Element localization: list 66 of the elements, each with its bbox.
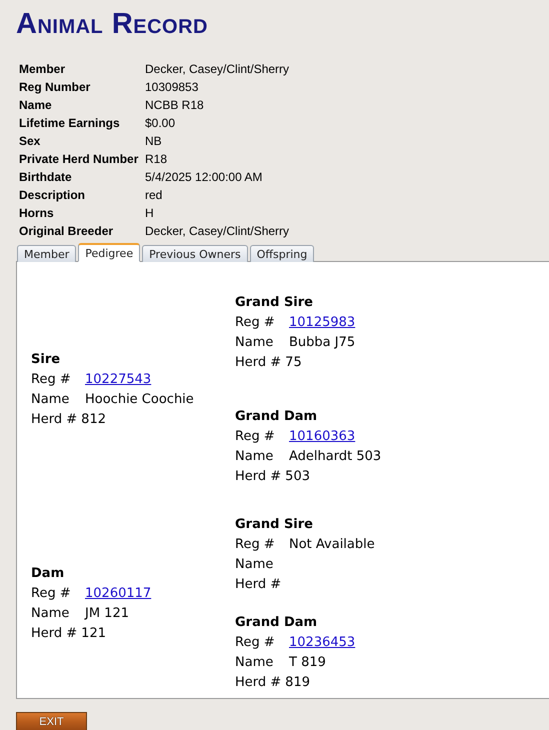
detail-label: Birthdate [19,169,73,186]
detail-value: R18 [145,151,168,168]
field-label: Herd # [235,576,282,594]
registration-link[interactable]: 10236453 [289,633,356,653]
field-label: Herd # [235,674,282,692]
detail-label: Description [19,187,86,204]
field-label: Reg # [235,314,276,332]
field-label: Name [235,556,274,574]
registration-link[interactable]: 10227543 [85,370,152,390]
pedigree-heading: Grand Dam [235,408,318,426]
field-label: Name [31,391,70,409]
detail-label: Name [19,97,53,114]
registration-link[interactable]: 10260117 [85,584,152,604]
detail-value: H [145,205,155,222]
detail-value: Decker, Casey/Clint/Sherry [145,223,290,240]
pedigree-heading: Grand Sire [235,516,314,534]
field-value: 75 [285,354,302,372]
detail-label: Member [19,61,66,78]
detail-value: NCBB R18 [145,97,205,114]
detail-value: NB [145,133,163,150]
detail-value: $0.00 [145,115,176,132]
field-value: 819 [285,674,310,692]
field-label: Reg # [31,371,72,389]
detail-label: Original Breeder [19,223,114,240]
exit-button[interactable]: EXIT [16,712,87,730]
field-label: Herd # [235,468,282,486]
registration-link[interactable]: 10160363 [289,427,356,447]
detail-value: 10309853 [145,79,200,96]
field-value: JM 121 [85,605,129,623]
detail-label: Reg Number [19,79,92,96]
detail-value: Decker, Casey/Clint/Sherry [145,61,290,78]
field-value: 503 [285,468,310,486]
field-value: 121 [81,625,106,643]
detail-value: 5/4/2025 12:00:00 AM [145,169,264,186]
field-label: Reg # [235,634,276,652]
pedigree-heading: Grand Dam [235,614,318,632]
field-label: Herd # [31,625,78,643]
field-label: Name [235,448,274,466]
field-value: Not Available [289,536,375,554]
pedigree-heading: Dam [31,565,66,583]
field-label: Name [235,654,274,672]
field-value: T 819 [289,654,326,672]
tab[interactable]: Offspring [250,245,314,262]
field-value: 812 [81,411,106,429]
field-label: Reg # [235,536,276,554]
field-label: Herd # [235,354,282,372]
field-label: Reg # [31,585,72,603]
field-value: Adelhardt 503 [289,448,382,466]
registration-link[interactable]: 10125983 [289,313,356,333]
detail-label: Private Herd Number [19,151,140,168]
field-value: Hoochie Coochie [85,391,194,409]
field-label: Herd # [31,411,78,429]
field-label: Reg # [235,428,276,446]
pedigree-heading: Grand Sire [235,294,314,312]
tab[interactable]: Member [17,245,76,262]
page-title: Animal Record [16,8,209,40]
detail-value: red [145,187,164,204]
detail-label: Horns [19,205,55,222]
pedigree-heading: Sire [31,351,62,369]
detail-label: Sex [19,133,42,150]
detail-label: Lifetime Earnings [19,115,121,132]
tab[interactable]: Previous Owners [142,245,248,262]
tab[interactable]: Pedigree [78,243,140,262]
field-label: Name [31,605,70,623]
field-value: Bubba J75 [289,334,356,352]
field-label: Name [235,334,274,352]
